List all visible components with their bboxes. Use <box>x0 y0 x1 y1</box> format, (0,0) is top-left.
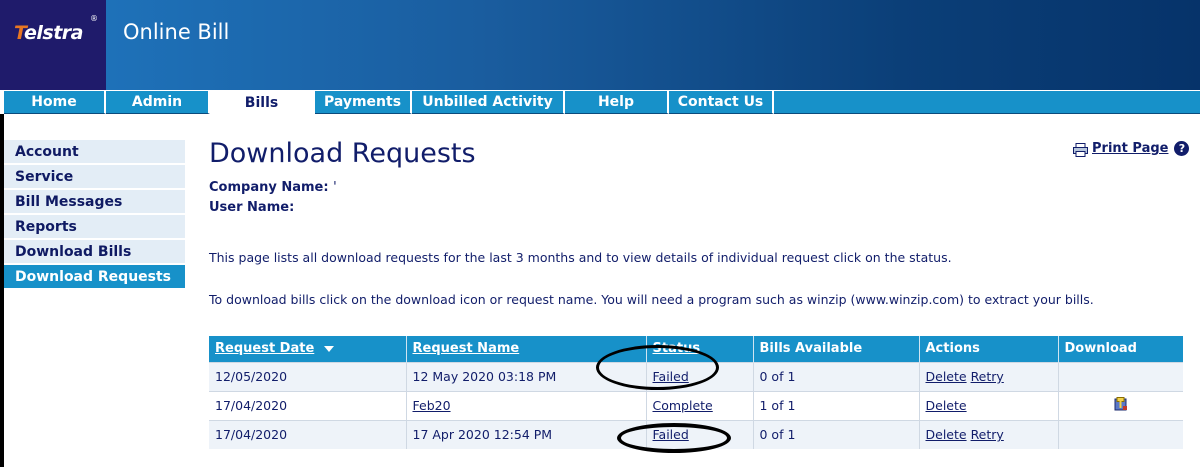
status-sort-link[interactable]: Status <box>653 341 701 356</box>
request-name-sort-link[interactable]: Request Name <box>413 341 520 356</box>
nav-tab-unbilled-activity[interactable]: Unbilled Activity <box>412 91 565 114</box>
company-name-row: Company Name: ' <box>209 180 337 195</box>
app-header: Telstra ® Online Bill <box>0 0 1200 90</box>
header-request-name[interactable]: Request Name <box>405 336 646 362</box>
cell-bills-available: 1 of 1 <box>752 390 919 420</box>
print-page-link[interactable]: Print Page ? <box>1073 141 1190 157</box>
main-nav: Home Admin Bills Payments Unbilled Activ… <box>4 91 1200 114</box>
nav-tab-payments[interactable]: Payments <box>315 91 412 114</box>
nav-filler <box>774 91 1200 114</box>
zip-archive-icon[interactable] <box>1114 397 1128 411</box>
request-name-link[interactable]: Feb20 <box>413 398 451 413</box>
table-row: 12/05/2020 12 May 2020 03:18 PM Failed 0… <box>209 361 1183 391</box>
nav-tab-bills[interactable]: Bills <box>210 91 315 114</box>
sidebar-item-bill-messages[interactable]: Bill Messages <box>4 190 185 213</box>
sidebar-item-account[interactable]: Account <box>4 140 185 163</box>
header-bills-available: Bills Available <box>752 336 919 362</box>
logo-text: Telstra <box>14 22 83 44</box>
cell-bills-available: 0 of 1 <box>752 361 919 391</box>
sidebar: Account Service Bill Messages Reports Do… <box>4 140 185 290</box>
sidebar-item-download-bills[interactable]: Download Bills <box>4 240 185 263</box>
printer-icon <box>1073 142 1088 157</box>
cell-download <box>1057 390 1183 420</box>
cell-actions: Delete Retry <box>918 361 1058 391</box>
request-date-sort-link[interactable]: Request Date <box>215 341 314 356</box>
status-link[interactable]: Failed <box>653 369 689 384</box>
telstra-logo[interactable]: Telstra ® <box>0 0 106 90</box>
cell-request-name: Feb20 <box>405 390 646 420</box>
table-row: 17/04/2020 17 Apr 2020 12:54 PM Failed 0… <box>209 419 1183 449</box>
user-name-row: User Name: <box>209 200 294 215</box>
page-title: Download Requests <box>209 138 476 169</box>
sort-down-arrow-icon[interactable] <box>324 345 335 352</box>
cell-status: Complete <box>645 390 753 420</box>
company-name-value: ' <box>333 180 337 195</box>
retry-link[interactable]: Retry <box>971 427 1004 442</box>
nav-tab-admin[interactable]: Admin <box>106 91 210 114</box>
nav-tab-help[interactable]: Help <box>565 91 669 114</box>
delete-link[interactable]: Delete <box>926 427 967 442</box>
cell-download <box>1057 419 1183 449</box>
download-instructions-text: To download bills click on the download … <box>209 292 1094 307</box>
nav-tab-home[interactable]: Home <box>4 91 106 114</box>
header-request-date[interactable]: Request Date <box>209 336 406 362</box>
cell-request-date: 12/05/2020 <box>209 361 406 391</box>
sidebar-item-download-requests[interactable]: Download Requests <box>4 265 185 288</box>
delete-link[interactable]: Delete <box>926 398 967 413</box>
print-page-label[interactable]: Print Page <box>1092 141 1168 156</box>
cell-bills-available: 0 of 1 <box>752 419 919 449</box>
intro-text: This page lists all download requests fo… <box>209 250 952 265</box>
cell-request-name: 17 Apr 2020 12:54 PM <box>405 419 646 449</box>
company-name-label: Company Name: <box>209 180 329 195</box>
cell-status: Failed <box>645 419 753 449</box>
table-header-row: Request Date Request Name Status Bills A… <box>209 336 1183 362</box>
table-row: 17/04/2020 Feb20 Complete 1 of 1 Delete <box>209 390 1183 420</box>
sidebar-item-service[interactable]: Service <box>4 165 185 188</box>
user-name-label: User Name: <box>209 200 295 215</box>
delete-link[interactable]: Delete <box>926 369 967 384</box>
nav-tab-contact-us[interactable]: Contact Us <box>669 91 774 114</box>
header-actions: Actions <box>918 336 1058 362</box>
cell-download <box>1057 361 1183 391</box>
app-title: Online Bill <box>123 20 230 44</box>
cell-actions: Delete <box>918 390 1058 420</box>
download-requests-table: Request Date Request Name Status Bills A… <box>209 336 1183 449</box>
cell-request-date: 17/04/2020 <box>209 419 406 449</box>
sidebar-item-reports[interactable]: Reports <box>4 215 185 238</box>
header-download: Download <box>1057 336 1183 362</box>
retry-link[interactable]: Retry <box>971 369 1004 384</box>
status-link[interactable]: Complete <box>653 398 713 413</box>
cell-actions: Delete Retry <box>918 419 1058 449</box>
help-icon[interactable]: ? <box>1174 141 1190 156</box>
status-link[interactable]: Failed <box>653 427 689 442</box>
header-status[interactable]: Status <box>645 336 753 362</box>
cell-status: Failed <box>645 361 753 391</box>
cell-request-date: 17/04/2020 <box>209 390 406 420</box>
registered-mark: ® <box>90 14 98 23</box>
cell-request-name: 12 May 2020 03:18 PM <box>405 361 646 391</box>
